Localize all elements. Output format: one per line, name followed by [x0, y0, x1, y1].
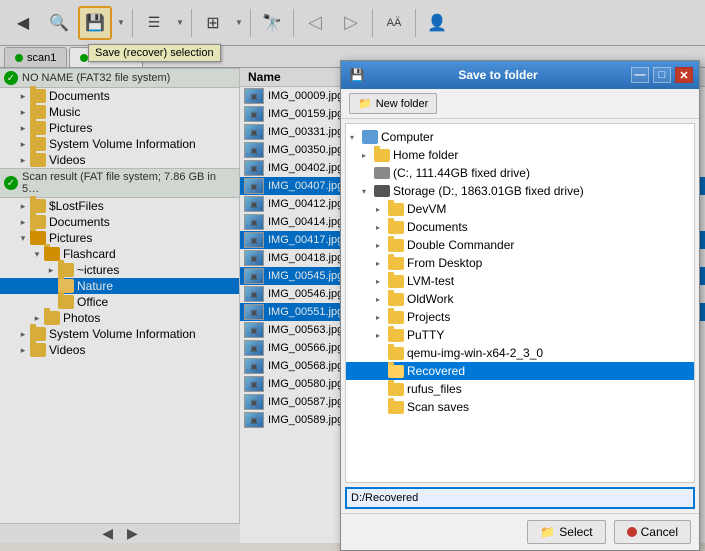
modal-tree-oldwork[interactable]: ▸ OldWork [346, 290, 694, 308]
expand-from-desktop: ▸ [376, 259, 388, 268]
label-scansaves: Scan saves [407, 400, 469, 414]
label-home: Home folder [393, 148, 458, 162]
modal-tree-qemu[interactable]: qemu-img-win-x64-2_3_0 [346, 344, 694, 362]
modal-footer: 📁 Select Cancel [341, 513, 699, 550]
modal-tree-putty[interactable]: ▸ PuTTY [346, 326, 694, 344]
folder-icon-qemu [388, 347, 404, 360]
modal-tree-cdrive[interactable]: (C:, 111.44GB fixed drive) [346, 164, 694, 182]
folder-icon-scansaves [388, 401, 404, 414]
modal-toolbar: 📁 New folder [341, 89, 699, 119]
cancel-dot [627, 527, 637, 537]
label-ddrive: Storage (D:, 1863.01GB fixed drive) [393, 184, 584, 198]
folder-icon-modal-documents [388, 221, 404, 234]
modal-maximize-button[interactable]: □ [653, 67, 671, 83]
modal-title: Save to folder [367, 68, 629, 82]
label-lvm: LVM-test [407, 274, 454, 288]
label-recovered: Recovered [407, 364, 465, 378]
drive-icon-d [374, 185, 390, 197]
folder-icon-lvm [388, 275, 404, 288]
label-rufus: rufus_files [407, 382, 462, 396]
modal-tree-home[interactable]: ▸ Home folder [346, 146, 694, 164]
expand-dc: ▸ [376, 241, 388, 250]
folder-icon-home [374, 149, 390, 162]
new-folder-icon: 📁 [358, 97, 372, 110]
expand-oldwork: ▸ [376, 295, 388, 304]
cancel-label: Cancel [641, 525, 678, 539]
modal-tree: ▾ Computer ▸ Home folder (C:, 111.44GB f… [345, 123, 695, 483]
modal-tree-scansaves[interactable]: Scan saves [346, 398, 694, 416]
select-button[interactable]: 📁 Select [527, 520, 605, 544]
folder-icon-dc [388, 239, 404, 252]
label-putty: PuTTY [407, 328, 444, 342]
path-input[interactable] [345, 487, 695, 509]
label-cdrive: (C:, 111.44GB fixed drive) [393, 166, 530, 180]
modal-titlebar: 💾 Save to folder — □ ✕ [341, 61, 699, 89]
save-folder-icon: 💾 [350, 68, 365, 82]
cancel-button[interactable]: Cancel [614, 520, 691, 544]
expand-lvm: ▸ [376, 277, 388, 286]
expand-devvm: ▸ [376, 205, 388, 214]
label-dc: Double Commander [407, 238, 514, 252]
modal-tree-documents[interactable]: ▸ Documents [346, 218, 694, 236]
folder-icon-recovered [388, 365, 404, 378]
folder-icon-devvm [388, 203, 404, 216]
label-modal-documents: Documents [407, 220, 468, 234]
select-icon: 📁 [540, 525, 555, 539]
modal-overlay: 💾 Save to folder — □ ✕ 📁 New folder ▾ Co… [0, 0, 705, 543]
folder-icon-putty [388, 329, 404, 342]
computer-icon [362, 130, 378, 144]
modal-title-icon: 💾 [347, 65, 367, 85]
folder-icon-projects [388, 311, 404, 324]
modal-minimize-button[interactable]: — [631, 67, 649, 83]
expand-ddrive: ▾ [362, 187, 374, 196]
new-folder-button[interactable]: 📁 New folder [349, 93, 437, 114]
folder-icon-from-desktop [388, 257, 404, 270]
modal-tree-computer[interactable]: ▾ Computer [346, 128, 694, 146]
expand-projects: ▸ [376, 313, 388, 322]
modal-tree-recovered[interactable]: Recovered [346, 362, 694, 380]
modal-tree-devvm[interactable]: ▸ DevVM [346, 200, 694, 218]
modal-tree-rufus[interactable]: rufus_files [346, 380, 694, 398]
label-from-desktop: From Desktop [407, 256, 482, 270]
modal-path-bar [345, 487, 695, 509]
modal-tree-ddrive[interactable]: ▾ Storage (D:, 1863.01GB fixed drive) [346, 182, 694, 200]
save-to-folder-modal: 💾 Save to folder — □ ✕ 📁 New folder ▾ Co… [340, 60, 700, 551]
label-oldwork: OldWork [407, 292, 453, 306]
modal-tree-projects[interactable]: ▸ Projects [346, 308, 694, 326]
new-folder-label: New folder [376, 98, 429, 110]
expand-computer: ▾ [350, 133, 362, 142]
label-devvm: DevVM [407, 202, 446, 216]
win-buttons: — □ ✕ [629, 67, 693, 83]
label-computer: Computer [381, 130, 434, 144]
select-label: Select [559, 525, 592, 539]
modal-tree-dc[interactable]: ▸ Double Commander [346, 236, 694, 254]
expand-modal-documents: ▸ [376, 223, 388, 232]
modal-close-button[interactable]: ✕ [675, 67, 693, 83]
expand-home: ▸ [362, 151, 374, 160]
drive-icon-c [374, 167, 390, 179]
folder-icon-rufus [388, 383, 404, 396]
expand-putty: ▸ [376, 331, 388, 340]
label-qemu: qemu-img-win-x64-2_3_0 [407, 346, 543, 360]
modal-tree-from-desktop[interactable]: ▸ From Desktop [346, 254, 694, 272]
label-projects: Projects [407, 310, 450, 324]
folder-icon-oldwork [388, 293, 404, 306]
modal-tree-lvm[interactable]: ▸ LVM-test [346, 272, 694, 290]
